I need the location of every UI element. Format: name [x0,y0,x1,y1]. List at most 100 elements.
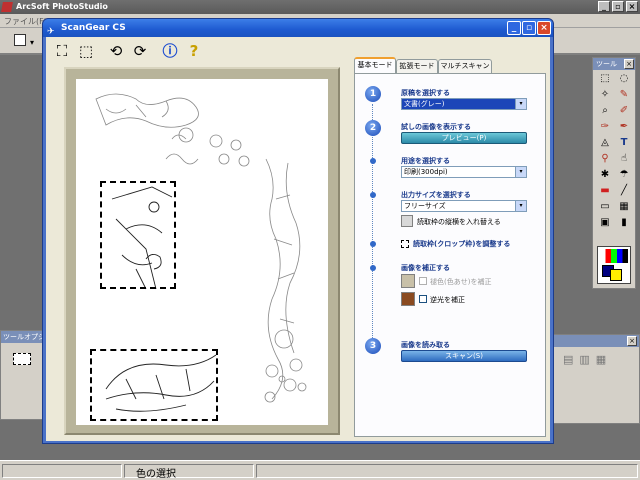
swap-crop-label[interactable]: 読取枠の縦横を入れ替える [417,217,501,227]
app-close-button[interactable]: × [626,1,638,12]
scanned-preview-image[interactable] [76,79,328,425]
background-color[interactable] [610,269,622,281]
arcsoft-logo-icon [1,2,13,12]
layers-panel: × ▤▥▦ [552,334,640,424]
step3-label: 画像を読み取る [401,341,450,349]
smudge-icon[interactable]: ☝ [616,152,632,166]
backlight-correction-icon [401,292,415,306]
status-text: 色の選択 [136,469,176,480]
menu-file[interactable]: ファイル(F) [4,16,47,27]
tool-options-panel: ツールオプション [0,330,44,420]
dialog-titlebar: ✈ ScanGear CS _ ▫ × [43,19,553,37]
mode-tabs: 基本モード 拡張モード マルチスキャン [354,57,546,73]
crop-adjust-label[interactable]: 読取枠(クロップ枠)を調整する [413,239,510,249]
line-icon[interactable]: ╱ [616,184,632,198]
statusbar: 色の選択 [0,460,640,480]
chevron-down-icon[interactable]: ▾ [515,201,526,211]
step3-badge: 3 [365,338,381,354]
app-title: ArcSoft PhotoStudio [16,2,108,11]
tab-multi-scan[interactable]: マルチスキャン [438,59,492,73]
eraser-icon[interactable]: ▬ [597,184,613,198]
rotate-left-icon[interactable]: ⟲ [106,41,126,61]
layers-panel-close-button[interactable]: × [627,336,637,346]
correct-label: 画像を補正する [401,264,450,272]
dialog-maximize-button[interactable]: ▫ [522,21,536,35]
output-size-select[interactable]: フリーサイズ ▾ [401,200,527,212]
stamp-icon[interactable]: ▣ [597,216,613,230]
dialog-close-button[interactable]: × [537,21,551,35]
output-size-label: 出力サイズを選択する [401,191,471,199]
tools-title-text: ツール [596,60,617,68]
source-select-value: 文書(グレー) [404,100,445,108]
shape-icon[interactable]: ▭ [597,200,613,214]
app-minimize-button[interactable]: _ [598,1,610,12]
brush-icon[interactable]: ✑ [597,120,613,134]
text-tool-icon[interactable]: T [616,136,632,150]
info-icon[interactable]: ⓘ [160,41,180,61]
help-icon[interactable]: ? [184,41,204,61]
tools-close-button[interactable]: × [624,59,634,69]
step-dot-output [370,192,376,198]
step-dot-purpose [370,158,376,164]
step-dot-correct [370,265,376,271]
dialog-minimize-button[interactable]: _ [507,21,521,35]
preview-area[interactable] [64,67,340,435]
magic-wand-icon[interactable]: ✧ [597,88,613,102]
blur-icon[interactable]: ☂ [616,168,632,182]
fade-correction-checkbox[interactable] [419,277,427,285]
color-palette-icon[interactable] [600,249,628,263]
eyedropper-icon[interactable]: ✐ [616,104,632,118]
purpose-select[interactable]: 印刷(300dpi) ▾ [401,166,527,178]
crop-frame-2[interactable] [90,349,218,421]
rotate-right-icon[interactable]: ⟳ [130,41,150,61]
rect-select-icon[interactable]: ⬚ [597,72,613,86]
chevron-down-icon[interactable]: ▾ [515,99,526,109]
purpose-select-value: 印刷(300dpi) [404,168,448,176]
delete-crop-icon[interactable]: ⬚ [76,41,96,61]
step1-label: 原稿を選択する [401,89,450,97]
step2-badge: 2 [365,120,381,136]
airbrush-icon[interactable]: ✒ [616,120,632,134]
selection-shape-icon[interactable] [13,353,31,365]
dialog-title: ScanGear CS [61,23,126,33]
tool-options-title: ツールオプション [1,331,43,343]
app-titlebar: ArcSoft PhotoStudio _ ▫ × [0,0,640,14]
crop-frame-1[interactable] [100,181,176,289]
pencil-icon[interactable]: ✎ [616,88,632,102]
output-size-select-value: フリーサイズ [404,202,446,210]
status-cell-left [2,464,122,478]
gradient-icon[interactable]: ▦ [616,200,632,214]
tools-title: ツール × [593,58,635,70]
backlight-correction-label: 逆光を補正 [430,296,465,304]
zoom-icon[interactable]: ⌕ [597,104,613,118]
step1-badge: 1 [365,86,381,102]
color-swatch[interactable] [597,246,631,284]
fade-correction-icon [401,274,415,288]
status-cell-right [256,464,638,478]
backlight-correction-checkbox[interactable] [419,295,427,303]
purpose-label: 用途を選択する [401,157,450,165]
fill-icon[interactable]: ◬ [597,136,613,150]
step-connector-line [372,104,373,354]
scan-button[interactable]: スキャン(S) [401,350,527,362]
tools-palette: ツール × ⬚ ◌ ✧ ✎ ⌕ ✐ ✑ ✒ ◬ T ⚲ ☝ ✱ ☂ ▬ ╱ ▭ … [592,57,636,289]
new-document-icon[interactable] [14,34,26,46]
crop-adjust-icon[interactable] [401,240,409,248]
preview-button[interactable]: プレビュー(P) [401,132,527,144]
lasso-icon[interactable]: ◌ [616,72,632,86]
swap-crop-icon[interactable] [401,215,413,227]
layer-tools-icon[interactable]: ▤▥▦ [563,353,612,366]
sharpen-icon[interactable]: ✱ [597,168,613,182]
scangear-dialog: ✈ ScanGear CS _ ▫ × ⛶ ⬚ ⟲ ⟳ ⓘ ? 基本モード 拡張… [42,18,554,444]
dialog-body: ⛶ ⬚ ⟲ ⟳ ⓘ ? 基本モード 拡張モード マルチスキャン 1 原稿を選択す… [46,37,550,441]
source-select[interactable]: 文書(グレー) ▾ [401,98,527,110]
settings-panel: 1 原稿を選択する 文書(グレー) ▾ 2 試しの画像を表示する プレビュー(P… [354,73,546,437]
tab-basic-mode[interactable]: 基本モード [354,57,396,73]
clone-icon[interactable]: ⚲ [597,152,613,166]
step2-label: 試しの画像を表示する [401,123,471,131]
auto-crop-icon[interactable]: ⛶ [52,41,72,61]
tab-advanced-mode[interactable]: 拡張モード [396,59,438,73]
app-restore-button[interactable]: ▫ [612,1,624,12]
bucket-icon[interactable]: ▮ [616,216,632,230]
chevron-down-icon[interactable]: ▾ [515,167,526,177]
